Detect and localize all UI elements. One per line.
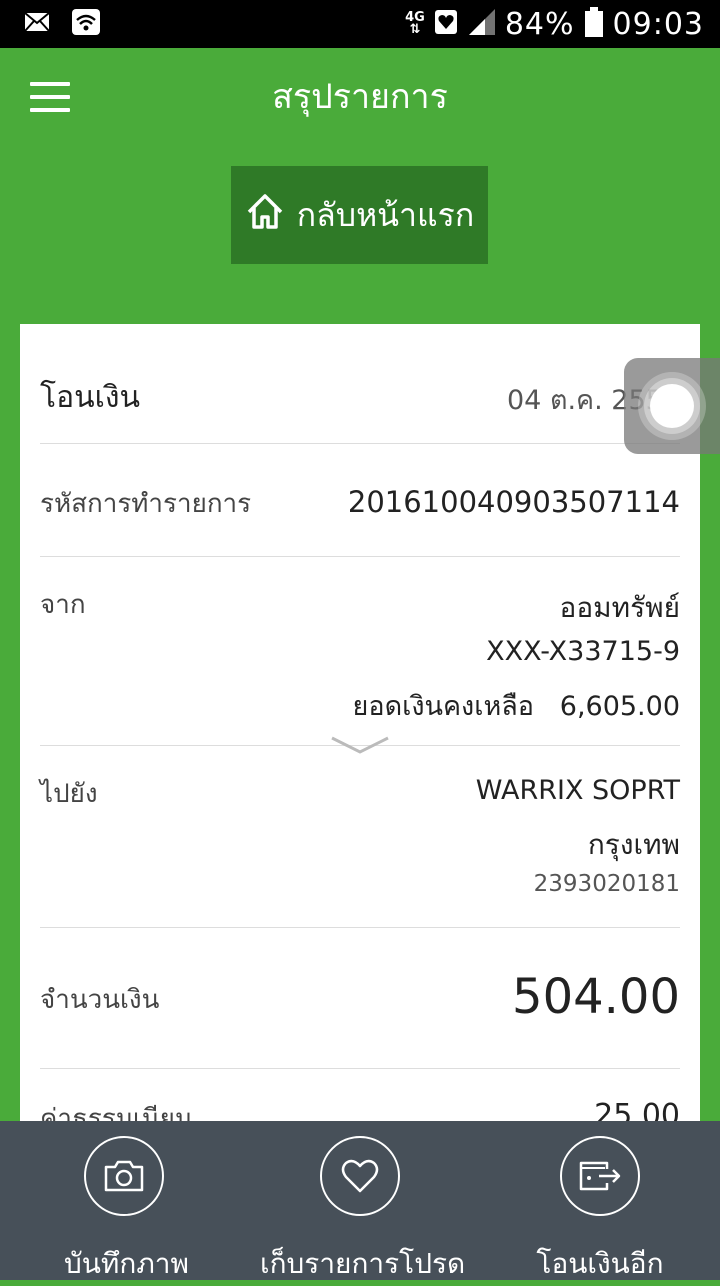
- save-favorite-label: เก็บรายการโปรด: [260, 1247, 466, 1280]
- save-image-label: บันทึกภาพ: [64, 1247, 189, 1280]
- transfer-again-button[interactable]: โอนเงินอีก: [520, 1136, 680, 1286]
- transaction-summary-card: โอนเงิน 04 ต.ค. 2559 รหัสการทำรายการ 201…: [20, 324, 700, 1144]
- save-image-button[interactable]: บันทึกภาพ: [64, 1136, 189, 1286]
- heart-notification-icon: [434, 10, 457, 38]
- transaction-type: โอนเงิน: [40, 380, 141, 415]
- heart-icon: [320, 1136, 400, 1216]
- lte-icon: 4G ⇅: [405, 10, 425, 37]
- summary-row-to: ไปยัง WARRIX SOPRT กรุงเทพ 2393020181: [40, 745, 680, 928]
- wifi-icon: [72, 9, 100, 39]
- clock: 09:03: [612, 6, 704, 42]
- save-favorite-button[interactable]: เก็บรายการโปรด: [260, 1136, 466, 1286]
- reference-label: รหัสการทำรายการ: [40, 489, 252, 519]
- home-icon: [245, 192, 285, 238]
- summary-row-amount: จำนวนเงิน 504.00: [40, 927, 680, 1069]
- status-bar: 4G ⇅ 84% 09:03: [0, 0, 720, 48]
- balance-value: 6,605.00: [559, 691, 680, 722]
- balance-label: ยอดเงินคงเหลือ: [352, 691, 535, 722]
- wallet-transfer-icon: [560, 1136, 640, 1216]
- page-title: สรุปรายการ: [272, 77, 448, 117]
- summary-row-reference: รหัสการทำรายการ 201610040903507114: [40, 443, 680, 557]
- battery-percent: 84%: [504, 6, 575, 42]
- to-label: ไปยัง: [40, 779, 98, 809]
- from-label: จาก: [40, 590, 86, 620]
- camera-icon: [84, 1136, 164, 1216]
- summary-row-from: จาก ออมทรัพย์ XXX-X33715-9 ยอดเงินคงเหลื…: [40, 556, 680, 746]
- to-account-number: 2393020181: [533, 871, 680, 897]
- mail-icon: [24, 12, 50, 36]
- battery-icon: [584, 7, 603, 41]
- floating-assistive-button[interactable]: [624, 358, 720, 454]
- from-account-number: XXX-X33715-9: [486, 636, 680, 667]
- transfer-again-label: โอนเงินอีก: [536, 1247, 664, 1280]
- bottom-action-bar: บันทึกภาพ เก็บรายการโปรด โอนเงินอีก: [0, 1121, 720, 1280]
- balance: ยอดเงินคงเหลือ 6,605.00: [353, 684, 680, 727]
- hamburger-icon[interactable]: [30, 82, 70, 112]
- amount-value: 504.00: [512, 969, 680, 1025]
- reference-number: 201610040903507114: [347, 485, 680, 519]
- app-header: สรุปรายการ: [0, 48, 720, 144]
- to-name: WARRIX SOPRT: [475, 775, 680, 806]
- amount-label: จำนวนเงิน: [40, 985, 160, 1015]
- from-account-name: ออมทรัพย์: [559, 591, 680, 624]
- signal-icon: [467, 9, 495, 39]
- home-button-label: กลับหน้าแรก: [296, 195, 475, 234]
- to-bank: กรุงเทพ: [587, 828, 680, 861]
- home-button[interactable]: กลับหน้าแรก: [231, 166, 488, 264]
- summary-row-type: โอนเงิน 04 ต.ค. 2559: [40, 324, 680, 444]
